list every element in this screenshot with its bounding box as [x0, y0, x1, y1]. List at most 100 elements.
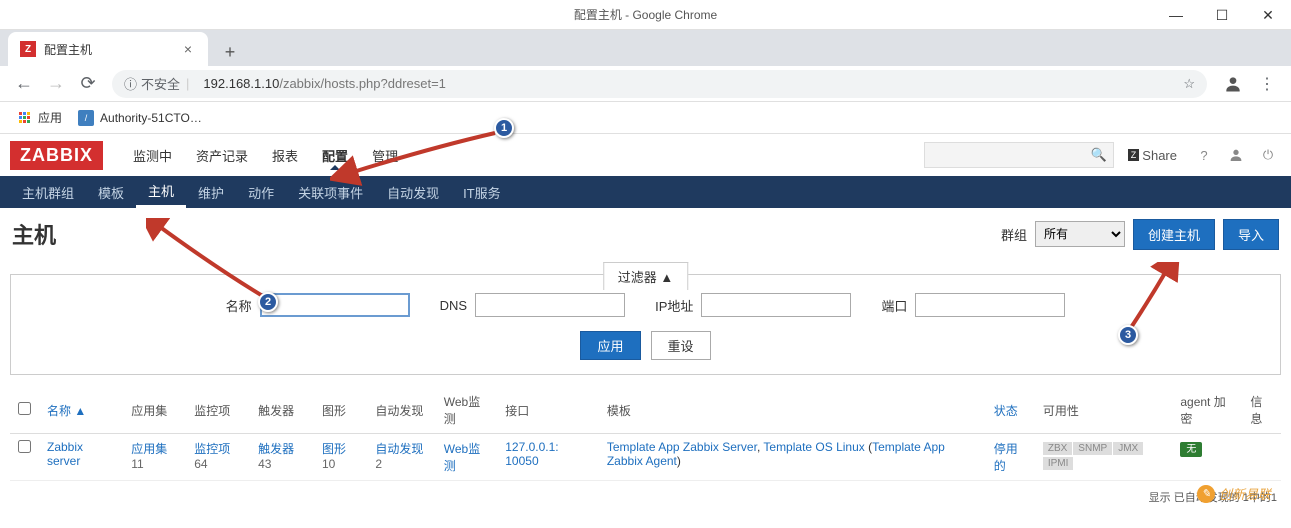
url-path: /zabbix/hosts.php?ddreset=1	[279, 76, 446, 91]
browser-toolbar: ← → ⟳ ⓘ 不安全 | 192.168.1.10/zabbix/hosts.…	[0, 66, 1291, 102]
template-link[interactable]: Template App Zabbix Server	[607, 440, 757, 454]
nav-configuration[interactable]: 配置	[310, 134, 360, 176]
col-items[interactable]: 监控项	[186, 387, 250, 434]
col-templates[interactable]: 模板	[599, 387, 986, 434]
col-discovery[interactable]: 自动发现	[367, 387, 435, 434]
col-agent-enc[interactable]: agent 加密	[1172, 387, 1242, 434]
info-cell	[1242, 434, 1281, 481]
nav-administration[interactable]: 管理	[360, 134, 410, 176]
new-tab-button[interactable]: +	[216, 38, 244, 66]
encryption-badge: 无	[1180, 442, 1202, 457]
col-status[interactable]: 状态	[986, 387, 1035, 434]
filter-port-input[interactable]	[915, 293, 1065, 317]
col-graphs[interactable]: 图形	[314, 387, 367, 434]
subnav-host-groups[interactable]: 主机群组	[10, 176, 86, 208]
col-availability[interactable]: 可用性	[1035, 387, 1173, 434]
tab-favicon-icon: Z	[20, 41, 36, 57]
user-icon[interactable]	[1223, 142, 1249, 168]
applications-link[interactable]: 应用集	[131, 442, 167, 456]
back-button[interactable]: ←	[8, 68, 40, 100]
browser-tab-strip: Z 配置主机 × +	[0, 30, 1291, 66]
subnav-correlation[interactable]: 关联项事件	[286, 176, 375, 208]
host-name-link[interactable]: Zabbix server	[47, 440, 83, 468]
subnav-it-services[interactable]: IT服务	[451, 176, 513, 208]
subnav-templates[interactable]: 模板	[86, 176, 136, 208]
bookmark-favicon-icon: /	[78, 110, 94, 126]
maximize-button[interactable]: ☐	[1199, 0, 1245, 30]
minimize-button[interactable]: —	[1153, 0, 1199, 30]
search-input[interactable]	[931, 148, 1091, 162]
profile-icon[interactable]	[1219, 70, 1247, 98]
browser-tab[interactable]: Z 配置主机 ×	[8, 32, 208, 66]
filter-port-label: 端口	[881, 296, 907, 315]
col-triggers[interactable]: 触发器	[250, 387, 314, 434]
table-row: Zabbix server 应用集 11 监控项 64 触发器 43 图形 10…	[10, 434, 1281, 481]
import-button[interactable]: 导入	[1223, 219, 1279, 250]
help-icon[interactable]: ?	[1191, 142, 1217, 168]
col-interface[interactable]: 接口	[497, 387, 599, 434]
url-host: 192.168.1.10	[203, 76, 279, 91]
graphs-link[interactable]: 图形	[322, 442, 346, 456]
insecure-indicator: ⓘ 不安全 |	[124, 74, 195, 93]
page-title: 主机	[12, 218, 56, 250]
col-applications[interactable]: 应用集	[123, 387, 186, 434]
status-toggle[interactable]: 停用的	[994, 442, 1018, 473]
reload-button[interactable]: ⟳	[72, 68, 104, 100]
filter-section: 过滤器 ▲ 名称 DNS IP地址 端口 应用 重设	[10, 274, 1281, 375]
logout-icon[interactable]: ⏻	[1255, 142, 1281, 168]
share-button[interactable]: Z Share	[1120, 144, 1185, 167]
forward-button[interactable]: →	[40, 68, 72, 100]
discovery-link[interactable]: 自动发现	[375, 442, 423, 456]
col-web[interactable]: Web监测	[436, 387, 498, 434]
tab-title: 配置主机	[44, 41, 180, 58]
apps-shortcut[interactable]: 应用	[8, 105, 70, 130]
filter-toggle-tab[interactable]: 过滤器 ▲	[603, 262, 688, 290]
col-info[interactable]: 信息	[1242, 387, 1281, 434]
triggers-link[interactable]: 触发器	[258, 442, 294, 456]
items-link[interactable]: 监控项	[194, 442, 230, 456]
nav-reports[interactable]: 报表	[260, 134, 310, 176]
bookmark-star-icon[interactable]: ☆	[1183, 76, 1195, 92]
web-link[interactable]: Web监测	[444, 442, 480, 473]
nav-monitoring[interactable]: 监测中	[121, 134, 184, 176]
template-link[interactable]: Template OS Linux	[763, 440, 864, 454]
subnav-actions[interactable]: 动作	[236, 176, 286, 208]
select-all-checkbox[interactable]	[18, 402, 31, 415]
close-window-button[interactable]: ✕	[1245, 0, 1291, 30]
filter-dns-input[interactable]	[475, 293, 625, 317]
filter-reset-button[interactable]: 重设	[651, 331, 711, 360]
zabbix-logo[interactable]: ZABBIX	[10, 141, 103, 170]
subnav-discovery[interactable]: 自动发现	[375, 176, 451, 208]
address-bar[interactable]: ⓘ 不安全 | 192.168.1.10/zabbix/hosts.php?dd…	[112, 70, 1207, 98]
table-footer-summary: 显示 已自动发现的 1中的1	[0, 485, 1291, 509]
filter-name-label: 名称	[226, 296, 252, 315]
watermark: ✎ 创新易联	[1197, 484, 1271, 503]
apps-grid-icon	[16, 110, 32, 126]
filter-dns-label: DNS	[440, 298, 467, 313]
filter-name-input[interactable]	[260, 293, 410, 317]
subnav-maintenance[interactable]: 维护	[186, 176, 236, 208]
interface-link: 127.0.0.1: 10050	[505, 440, 558, 468]
zabbix-header: ZABBIX 监测中 资产记录 报表 配置 管理 🔍 Z Share ? ⏻	[0, 134, 1291, 176]
sub-nav: 主机群组 模板 主机 维护 动作 关联项事件 自动发现 IT服务	[0, 176, 1291, 208]
window-title: 配置主机 - Google Chrome	[574, 6, 717, 23]
availability-badges: ZBXSNMPJMXIPMI	[1035, 434, 1173, 481]
global-search[interactable]: 🔍	[924, 142, 1114, 168]
filter-ip-input[interactable]	[701, 293, 851, 317]
main-nav: 监测中 资产记录 报表 配置 管理	[121, 134, 410, 176]
window-title-bar: 配置主机 - Google Chrome — ☐ ✕	[0, 0, 1291, 30]
group-filter-select[interactable]: 所有	[1035, 221, 1125, 247]
info-icon: ⓘ	[124, 74, 137, 93]
tab-close-button[interactable]: ×	[180, 41, 196, 57]
col-name[interactable]: 名称 ▲	[39, 387, 123, 434]
nav-inventory[interactable]: 资产记录	[184, 134, 260, 176]
bookmark-item[interactable]: / Authority-51CTO…	[70, 106, 210, 130]
search-icon[interactable]: 🔍	[1091, 147, 1107, 163]
group-filter-label: 群组	[1001, 225, 1027, 244]
browser-menu-button[interactable]: ⋮	[1251, 74, 1283, 94]
filter-apply-button[interactable]: 应用	[580, 331, 640, 360]
hosts-table: 名称 ▲ 应用集 监控项 触发器 图形 自动发现 Web监测 接口 模板 状态 …	[10, 387, 1281, 481]
subnav-hosts[interactable]: 主机	[136, 176, 186, 208]
row-checkbox[interactable]	[18, 440, 31, 453]
create-host-button[interactable]: 创建主机	[1133, 219, 1215, 250]
